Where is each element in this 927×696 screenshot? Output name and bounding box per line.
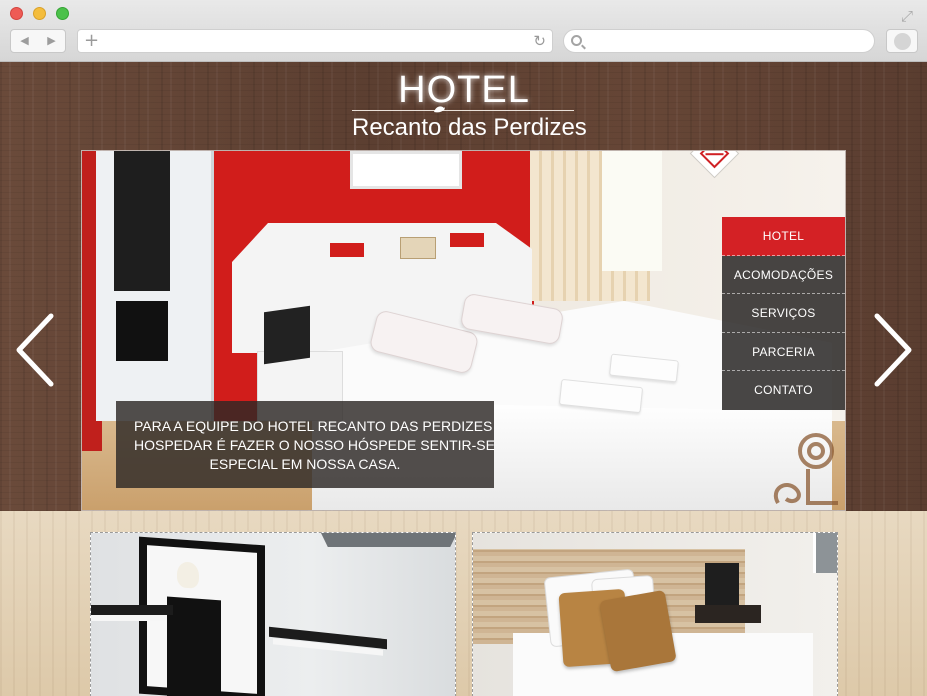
logo-title: HOTEL [398,69,530,111]
back-button[interactable]: ◀ [11,30,38,52]
slider-next-button[interactable] [871,312,915,388]
caption-line: ESPECIAL EM NOSSA CASA. [209,456,401,472]
search-icon [571,35,582,46]
menu-item-contato[interactable]: CONTATO [722,371,845,410]
reload-icon[interactable]: ↻ [533,30,546,52]
menu-item-hotel[interactable]: HOTEL [722,217,845,256]
caption-line: PARA A EQUIPE DO HOTEL RECANTO DAS PERDI… [134,418,493,434]
main-menu: HOTEL ACOMODAÇÕES SERVIÇOS PARCERIA CONT… [722,217,845,410]
menu-item-servicos[interactable]: SERVIÇOS [722,294,845,333]
logo-divider [352,110,574,111]
room-bed-photo[interactable] [472,532,838,696]
forward-button[interactable]: ▶ [38,30,65,52]
minimize-window-button[interactable] [33,7,46,20]
ornament-icon [768,429,844,509]
maximize-window-button[interactable] [56,7,69,20]
chevron-right-icon [874,313,912,387]
menu-item-acomodacoes[interactable]: ACOMODAÇÕES [722,255,845,294]
slider-prev-button[interactable] [13,312,57,388]
close-window-button[interactable] [10,7,23,20]
logo-subtitle: Recanto das Perdizes [352,114,587,141]
address-bar[interactable]: + ↻ [77,29,553,53]
slider-caption: PARA A EQUIPE DO HOTEL RECANTO DAS PERDI… [116,401,495,488]
plus-icon[interactable]: + [84,30,99,52]
hotel-page: HOTEL Recanto das Perdizes PARA A EQUIPE… [0,62,927,696]
menu-item-parceria[interactable]: PARCERIA [722,332,845,371]
history-nav: ◀ ▶ [10,29,66,53]
chevron-left-icon [16,313,54,387]
expand-icon[interactable]: ⤢ [901,8,917,24]
caption-line: HOSPEDAR É FAZER O NOSSO HÓSPEDE SENTIR-… [134,437,495,453]
room-decor-photo[interactable] [90,532,456,696]
hotel-logo[interactable]: HOTEL Recanto das Perdizes [352,69,587,146]
browser-toolbar: ⤢ ◀ ▶ + ↻ [0,0,927,62]
hero-slider: PARA A EQUIPE DO HOTEL RECANTO DAS PERDI… [82,151,845,510]
profile-button[interactable] [886,29,918,53]
search-input[interactable] [563,29,875,53]
